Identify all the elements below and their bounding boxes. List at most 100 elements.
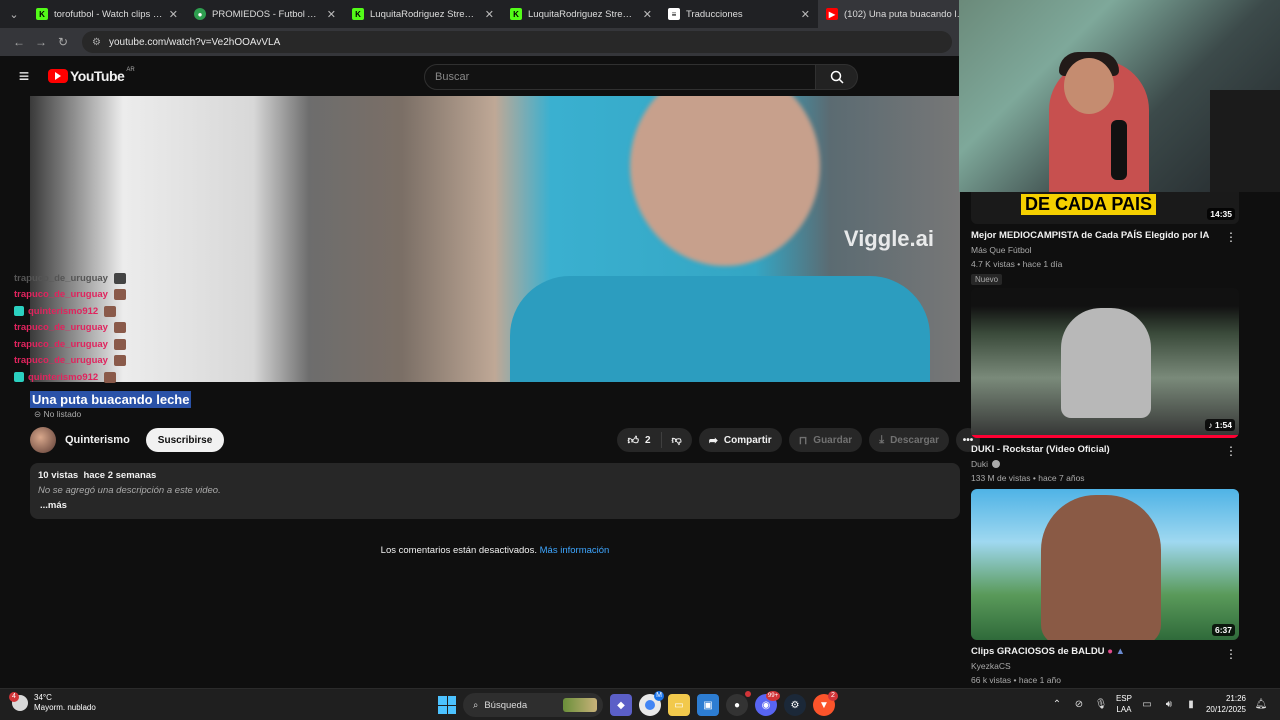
dislike-button[interactable]: 👎︎ — [662, 434, 692, 446]
description-box[interactable]: 10 vistas hace 2 semanas No se agregó un… — [30, 463, 960, 519]
microphone-icon[interactable]: 🎙︎ — [1094, 699, 1108, 710]
video-actions: 👍︎ 2 👎︎ ➦ Compartir ⊓ Guardar ⤓ Descargar ••… — [617, 428, 980, 452]
download-button[interactable]: ⤓ Descargar — [869, 428, 949, 452]
site-info-icon[interactable]: ⚙ — [92, 37, 101, 48]
chrome-icon[interactable]: M — [639, 691, 664, 716]
description-text: No se agregó una descripción a este vide… — [38, 485, 221, 496]
subscribe-button[interactable]: Suscribirse — [145, 428, 225, 452]
forward-icon[interactable]: → — [30, 35, 52, 49]
start-icon[interactable] — [438, 696, 456, 714]
video-thumbnail[interactable]: 6:37 — [971, 489, 1239, 640]
store-icon[interactable]: ▣ — [697, 694, 719, 716]
tab-title: (102) Una puta buacando leche — [844, 8, 968, 20]
copilot-icon[interactable]: ◆ — [610, 694, 632, 716]
weather-widget[interactable]: 4 34°C Mayorm. nublado — [9, 692, 96, 713]
language-indicator[interactable]: ESP LAA — [1116, 693, 1132, 715]
view-count: 10 vistas hace 2 semanas — [38, 470, 157, 481]
youtube-header: ≡ YouTube AR Buscar — [0, 56, 960, 96]
thumbs-up-icon: 👍︎ — [627, 434, 639, 447]
clock[interactable]: 21:26 20/12/2025 — [1206, 693, 1246, 715]
browser-tab[interactable]: K LuquitaRodriguez Stream - Wa ✕ — [502, 0, 660, 28]
search-highlight-icon — [563, 698, 597, 712]
search-button[interactable] — [816, 64, 858, 90]
sub-badge-icon — [14, 306, 24, 317]
emote-icon — [113, 272, 126, 284]
document-icon: ≡ — [668, 8, 680, 20]
youtube-play-icon — [48, 69, 68, 83]
video-thumbnail[interactable]: DE CADA PAIS 14:35 — [971, 192, 1239, 224]
recommendation-item[interactable]: DE CADA PAIS 14:35 ⋮ Mejor MEDIOCAMPISTA… — [971, 192, 1239, 287]
recommendation-channel[interactable]: KyezkaCS — [971, 661, 1239, 671]
brave-icon[interactable]: ▼ 2 — [813, 691, 838, 716]
browser-tab[interactable]: ● PROMIEDOS - Futbol Argentino ✕ — [186, 0, 344, 28]
recommendation-channel[interactable]: Más Que Fútbol — [971, 245, 1239, 255]
back-icon[interactable]: ← — [8, 35, 30, 49]
share-button[interactable]: ➦ Compartir — [698, 428, 782, 452]
youtube-logo[interactable]: YouTube AR — [48, 67, 135, 84]
video-player[interactable]: Viggle.ai — [30, 96, 960, 382]
channel-name[interactable]: Quinterismo — [65, 434, 130, 446]
recommendation-title[interactable]: DUKI - Rockstar (Video Oficial) — [971, 444, 1211, 455]
more-options-icon[interactable]: ⋮ — [1225, 444, 1237, 458]
video-thumbnail[interactable]: ♪ 1:54 — [971, 288, 1239, 438]
youtube-icon: ▶ — [826, 8, 838, 20]
volume-icon[interactable]: 🔊︎ — [1162, 699, 1176, 710]
url-field[interactable]: ⚙ youtube.com/watch?v=Ve2hOOAvVLA — [82, 31, 952, 53]
recommendation-title[interactable]: Clips GRACIOSOS de BALDU ● ▲ — [971, 646, 1211, 657]
monitor-icon[interactable]: ▭ — [1140, 699, 1154, 710]
browser-tab[interactable]: ≡ Traducciones ✕ — [660, 0, 818, 28]
more-options-icon[interactable]: ⋮ — [1225, 647, 1237, 661]
close-tab-icon[interactable]: ✕ — [643, 8, 652, 21]
discord-icon[interactable]: ◉ 99+ — [755, 691, 780, 716]
chat-line: quinterismo912 — [14, 303, 126, 320]
emote-icon — [113, 355, 126, 367]
recommendation-item[interactable]: ♪ 1:54 ⋮ DUKI - Rockstar (Video Oficial)… — [971, 288, 1239, 483]
reload-icon[interactable]: ↻ — [52, 35, 74, 49]
app-icon[interactable]: ● — [726, 691, 751, 716]
thumbs-down-icon: 👎︎ — [671, 435, 682, 446]
watch-progress-bar — [971, 435, 1239, 438]
close-tab-icon[interactable]: ✕ — [801, 8, 810, 21]
thumbnail-text: DE CADA PAIS — [1021, 194, 1157, 215]
webcam-monitor — [1210, 90, 1280, 192]
webcam-overlay — [959, 0, 1280, 192]
close-tab-icon[interactable]: ✕ — [485, 8, 494, 21]
network-icon[interactable]: ⊘ — [1072, 699, 1086, 710]
search-icon — [830, 70, 844, 84]
duration-badge: ♪ 1:54 — [1205, 419, 1235, 431]
chat-line: quinterismo912 — [14, 369, 126, 386]
thumbnail-figure — [1041, 495, 1161, 640]
country-code: AR — [126, 67, 135, 73]
close-tab-icon[interactable]: ✕ — [327, 8, 336, 21]
save-button[interactable]: ⊓ Guardar — [788, 428, 863, 452]
like-button[interactable]: 👍︎ 2 — [617, 432, 662, 448]
logo-text: YouTube — [70, 68, 125, 84]
chevron-up-icon[interactable]: ⌃ — [1050, 699, 1064, 710]
taskbar-search[interactable]: ⌕ Búsqueda — [463, 693, 603, 717]
more-options-icon[interactable]: ⋮ — [1225, 230, 1237, 244]
steam-icon[interactable]: ⚙ — [784, 694, 806, 716]
search-input[interactable]: Buscar — [424, 64, 816, 90]
browser-tab[interactable]: K LuquitaRodriguez Stream - Wa ✕ — [344, 0, 502, 28]
notification-icon[interactable]: 🔔︎ — [1254, 699, 1268, 710]
recommendation-title[interactable]: Mejor MEDIOCAMPISTA de Cada PAÍS Elegido… — [971, 230, 1211, 241]
file-explorer-icon[interactable]: ▭ — [668, 694, 690, 716]
video-frame-person — [630, 96, 820, 266]
recommendation-item[interactable]: 6:37 ⋮ Clips GRACIOSOS de BALDU ● ▲ Kyez… — [971, 489, 1239, 685]
more-info-link[interactable]: Más información — [540, 545, 610, 556]
tab-search-icon[interactable]: ⌄ — [0, 0, 28, 28]
verified-icon — [992, 460, 1001, 468]
close-tab-icon[interactable]: ✕ — [169, 8, 178, 21]
battery-icon[interactable]: ▮ — [1184, 699, 1198, 710]
webcam-face — [1064, 58, 1114, 114]
menu-icon[interactable]: ≡ — [0, 66, 48, 87]
browser-tab[interactable]: K torofutbol - Watch clips on Kick ✕ — [28, 0, 186, 28]
recommendation-channel[interactable]: Duki — [971, 459, 1239, 469]
weather-desc: Mayorm. nublado — [34, 703, 96, 712]
browser-tab-active[interactable]: ▶ (102) Una puta buacando leche — [818, 0, 976, 28]
channel-row: Quinterismo Suscribirse — [30, 426, 225, 454]
video-frame-shirt — [510, 276, 930, 382]
tab-title: Traducciones — [686, 8, 743, 20]
show-more-link[interactable]: ...más — [40, 500, 952, 511]
avatar[interactable] — [30, 427, 56, 453]
